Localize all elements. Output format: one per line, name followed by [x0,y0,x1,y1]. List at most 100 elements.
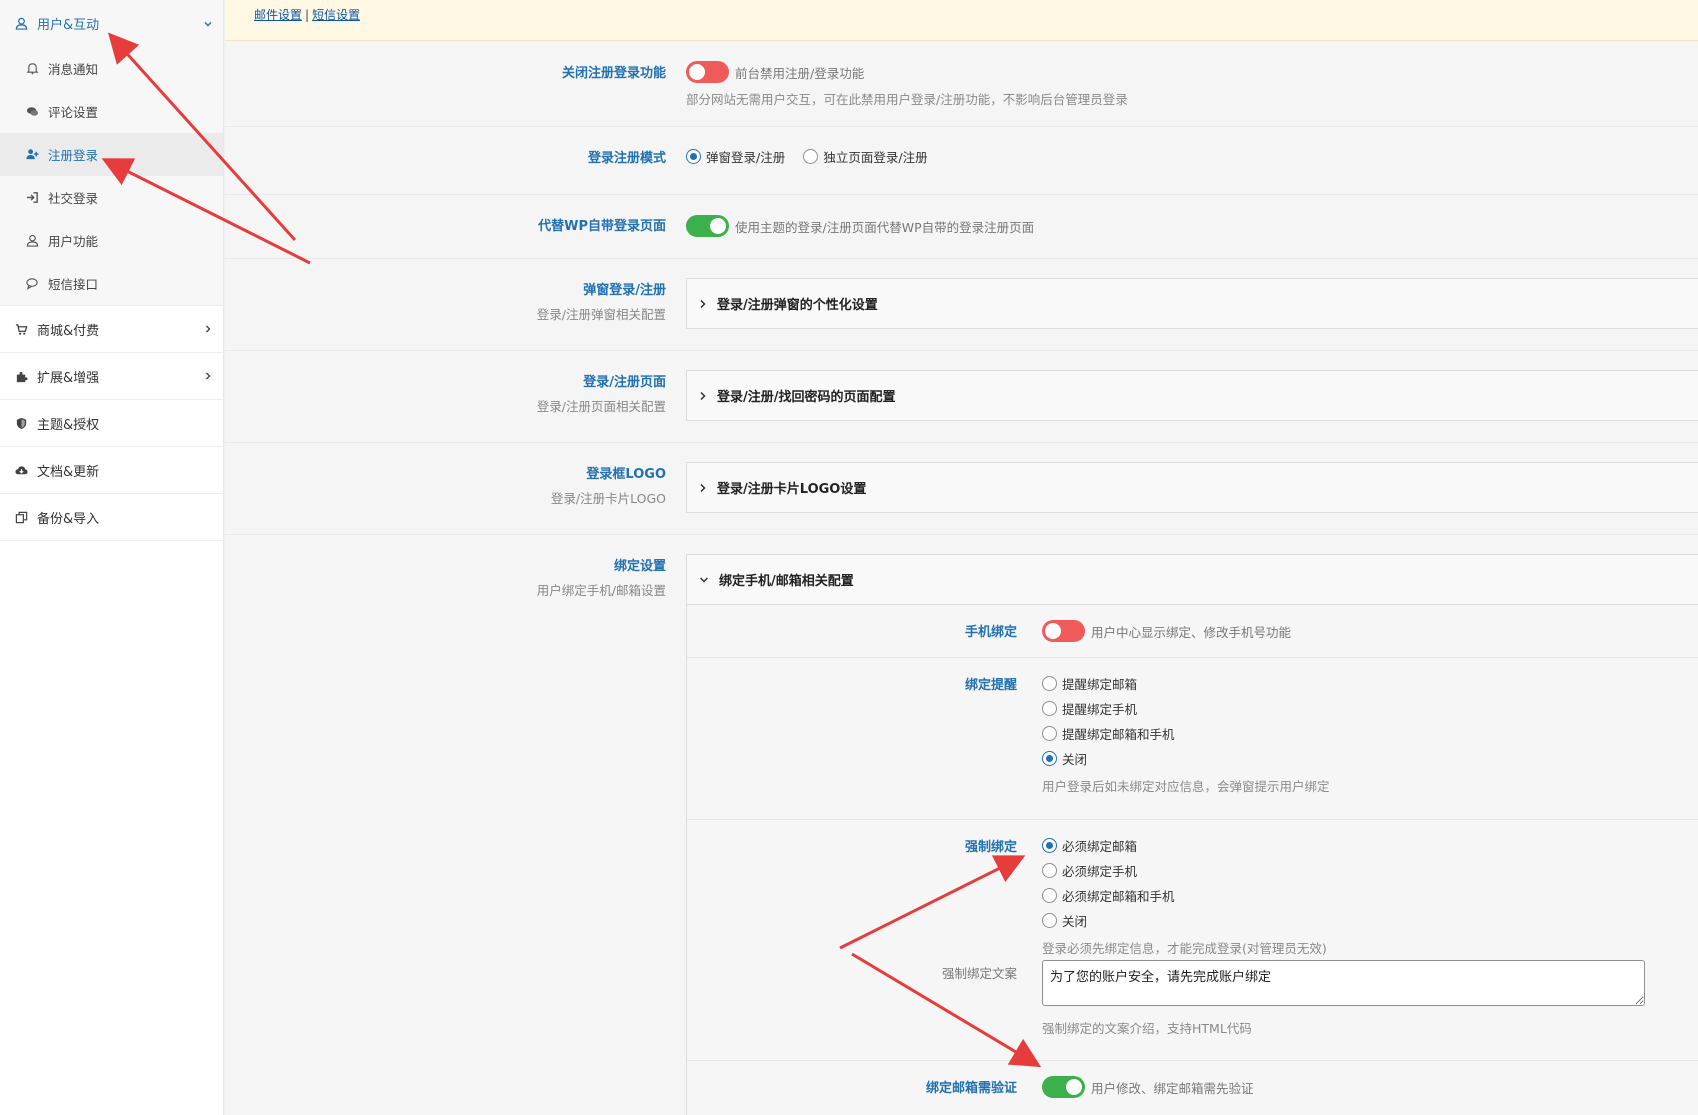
shield-icon [16,417,27,429]
toggle-label: 使用主题的登录/注册页面代替WP自带的登录注册页面 [735,219,1035,235]
subfield-desc: 用户登录后如未绑定对应信息，会弹窗提示用户绑定 [1042,779,1330,794]
phone-bind-toggle[interactable] [1042,620,1085,642]
toggle-label: 前台禁用注册/登录功能 [735,65,865,81]
remind-email-radio[interactable] [1042,676,1057,691]
remind-off-radio[interactable] [1042,751,1057,766]
sidebar-group-backup[interactable]: 备份&导入 [0,494,223,541]
disable-register-toggle[interactable] [686,61,729,83]
sidebar-item-label: 消息通知 [48,62,99,77]
field-login-mode: 登录注册模式 弹窗登录/注册 独立页面登录/注册 [225,127,1698,195]
sidebar-item-user-functions[interactable]: 用户功能 [0,219,223,262]
sidebar-item-social-login[interactable]: 社交登录 [0,176,223,219]
subfield-desc: 登录必须先绑定信息，才能完成登录(对管理员无效) [1042,941,1327,956]
field-title: 弹窗登录/注册 [583,283,666,298]
email-verify-toggle[interactable] [1042,1076,1085,1098]
force-both-radio[interactable] [1042,888,1057,903]
sidebar-group-label: 备份&导入 [37,511,100,527]
settings-main: 邮件设置 | 短信设置 关闭注册登录功能 前台禁用注册/登录功能 部分网站无需用户交… [225,0,1698,1115]
mail-settings-link[interactable]: 邮件设置 [254,8,302,22]
force-phone-radio[interactable] [1042,863,1057,878]
field-disable-register: 关闭注册登录功能 前台禁用注册/登录功能 部分网站无需用户交互，可在此禁用用户登… [225,41,1698,127]
chevron-right-icon[interactable] [203,371,213,381]
replace-wp-login-toggle[interactable] [686,215,729,237]
bind-settings-body: 手机绑定 用户中心显示绑定、修改手机号功能 绑定提醒 提醒绑定邮箱 提醒绑定手机… [686,605,1698,1115]
chevron-right-icon[interactable] [203,324,213,334]
radio-label[interactable]: 提醒绑定邮箱 [1062,674,1137,693]
sidebar-group-extend[interactable]: 扩展&增强 [0,353,223,400]
login-mode-page-radio[interactable] [803,149,819,164]
sidebar: 用户&互动 消息通知 评论设置 注册登录 社交登录 用户功能 短信接口 商城&付… [0,0,224,1115]
notice-separator: | [305,8,310,22]
accordion-label: 绑定手机/邮箱相关配置 [719,574,854,589]
subfield-title: 手机绑定 [964,625,1017,640]
toggle-label: 用户修改、绑定邮箱需先验证 [1091,1080,1254,1096]
popup-settings-accordion[interactable]: 登录/注册弹窗的个性化设置 [686,278,1698,329]
sidebar-group-theme[interactable]: 主题&授权 [0,400,223,447]
sidebar-item-comments[interactable]: 评论设置 [0,90,223,133]
chevron-down-icon[interactable] [203,19,213,29]
chevron-right-icon [700,483,706,492]
field-title: 登录/注册页面 [583,375,666,390]
field-title: 关闭注册登录功能 [561,66,666,81]
subfield-phone-bind: 手机绑定 用户中心显示绑定、修改手机号功能 [687,605,1698,658]
sign-in-icon [26,192,38,203]
user-plus-icon [26,149,39,160]
radio-label[interactable]: 关闭 [1062,749,1087,768]
field-subtitle: 登录/注册页面相关配置 [536,399,666,414]
toggle-label: 用户中心显示绑定、修改手机号功能 [1091,624,1292,640]
sidebar-item-notify[interactable]: 消息通知 [0,47,223,90]
sidebar-group-shop[interactable]: 商城&付费 [0,306,223,353]
subfield-email-verify: 绑定邮箱需验证 用户修改、绑定邮箱需先验证 [687,1061,1698,1115]
sidebar-group-label: 文档&更新 [37,464,100,480]
sidebar-group-docs[interactable]: 文档&更新 [0,447,223,494]
radio-label[interactable]: 弹窗登录/注册 [706,150,785,165]
copy-desc: 强制绑定的文案介绍，支持HTML代码 [1042,1021,1252,1036]
sidebar-sub-list: 消息通知 评论设置 注册登录 社交登录 用户功能 短信接口 [0,47,223,306]
accordion-label: 登录/注册/找回密码的页面配置 [717,390,896,405]
field-subtitle: 登录/注册弹窗相关配置 [536,307,666,322]
radio-label[interactable]: 提醒绑定邮箱和手机 [1062,724,1175,743]
accordion-label: 登录/注册弹窗的个性化设置 [717,298,878,313]
remind-both-radio[interactable] [1042,726,1057,741]
page-settings-accordion[interactable]: 登录/注册/找回密码的页面配置 [686,370,1698,421]
sidebar-group-user[interactable]: 用户&互动 [0,0,223,47]
field-title: 登录框LOGO [586,467,666,482]
sidebar-group-user-label: 用户&互动 [37,18,100,33]
chevron-right-icon [700,299,706,308]
sidebar-item-sms[interactable]: 短信接口 [0,262,223,305]
puzzle-icon [16,371,28,382]
sms-icon [26,278,38,290]
field-popup-login: 弹窗登录/注册 登录/注册弹窗相关配置 登录/注册弹窗的个性化设置 [225,259,1698,351]
radio-label[interactable]: 关闭 [1062,911,1087,930]
radio-label[interactable]: 必须绑定邮箱 [1062,836,1137,855]
sidebar-item-label: 社交登录 [48,191,99,206]
radio-label[interactable]: 独立页面登录/注册 [823,150,927,165]
cart-icon [15,323,28,335]
sms-settings-link[interactable]: 短信设置 [312,8,360,22]
field-login-logo: 登录框LOGO 登录/注册卡片LOGO 登录/注册卡片LOGO设置 [225,443,1698,535]
app-root: 用户&互动 消息通知 评论设置 注册登录 社交登录 用户功能 短信接口 商城&付… [0,0,1698,1115]
copy-label: 强制绑定文案 [941,966,1017,981]
subfield-bind-remind: 绑定提醒 提醒绑定邮箱 提醒绑定手机 提醒绑定邮箱和手机 关闭 用户登录后如未绑… [687,658,1698,820]
chevron-down-icon [699,576,709,583]
subfield-force-bind: 强制绑定 必须绑定邮箱 必须绑定手机 必须绑定邮箱和手机 关闭 登录必须先绑定信… [687,820,1698,1061]
bind-settings-accordion[interactable]: 绑定手机/邮箱相关配置 [686,554,1698,605]
sidebar-item-label: 用户功能 [48,234,99,249]
force-bind-copy-textarea[interactable]: 为了您的账户安全，请先完成账户绑定 [1042,960,1645,1006]
comments-icon [26,107,39,116]
bell-icon [26,63,39,75]
force-email-radio[interactable] [1042,838,1057,853]
field-title: 绑定设置 [613,559,666,574]
login-mode-popup-radio[interactable] [686,149,701,164]
field-title: 代替WP自带登录页面 [538,219,666,234]
radio-label[interactable]: 必须绑定手机 [1062,861,1137,880]
field-replace-wp-login: 代替WP自带登录页面 使用主题的登录/注册页面代替WP自带的登录注册页面 [225,195,1698,259]
remind-phone-radio[interactable] [1042,701,1057,716]
force-off-radio[interactable] [1042,913,1057,928]
radio-label[interactable]: 提醒绑定手机 [1062,699,1137,718]
radio-label[interactable]: 必须绑定邮箱和手机 [1062,886,1175,905]
logo-settings-accordion[interactable]: 登录/注册卡片LOGO设置 [686,462,1698,513]
sidebar-item-register-login[interactable]: 注册登录 [0,133,223,176]
cloud-icon [15,465,28,474]
sidebar-group-label: 扩展&增强 [37,370,100,386]
